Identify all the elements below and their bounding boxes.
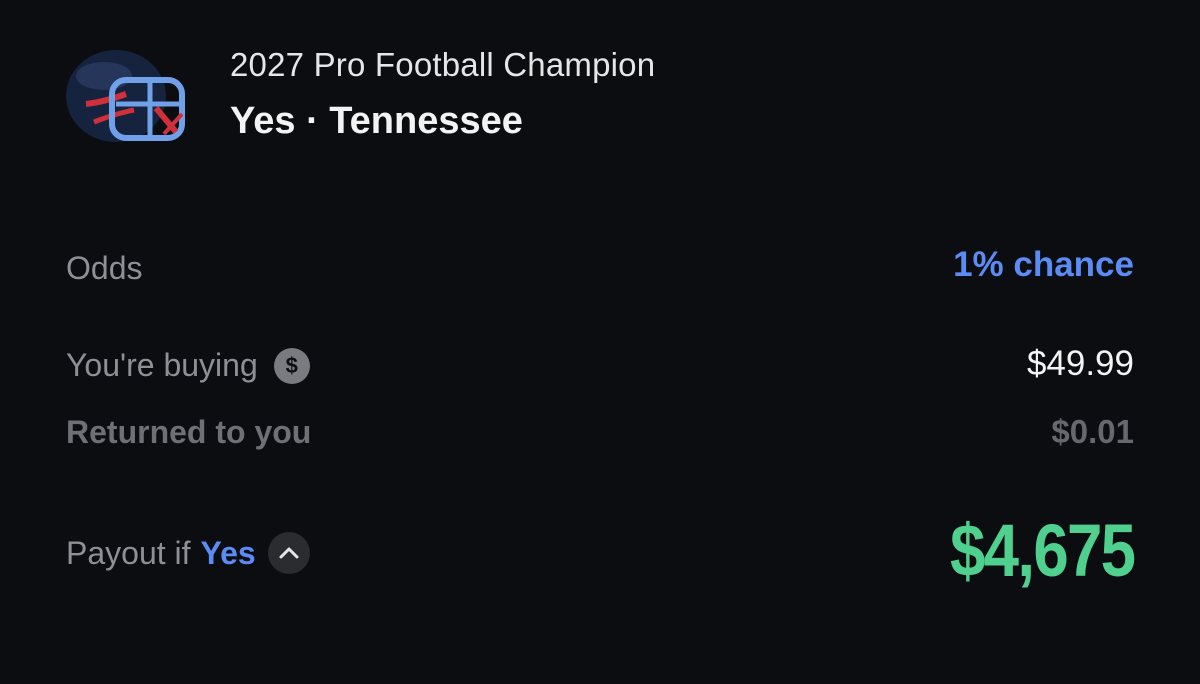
returned-label: Returned to you <box>66 414 312 450</box>
odds-label: Odds <box>66 250 143 286</box>
buying-amount: $49.99 <box>1026 344 1134 383</box>
buying-label: You're buying <box>66 347 258 383</box>
dollar-circle-icon[interactable]: $ <box>273 347 310 384</box>
payout-outcome: Yes <box>200 534 256 571</box>
payout-label: Payout if <box>66 534 191 571</box>
football-helmet-icon <box>66 50 185 142</box>
order-summary: 2027 Pro Football Champion Yes · Tenness… <box>0 0 1200 684</box>
odds-value: 1% chance <box>953 245 1134 284</box>
market-title: 2027 Pro Football Champion <box>230 46 656 83</box>
returned-amount: $0.01 <box>1051 413 1134 450</box>
buying-row-label: You're buying $ <box>66 347 310 384</box>
payout-row-label: Payout if Yes <box>66 532 310 574</box>
chevron-up-icon <box>279 547 299 559</box>
payout-toggle-button[interactable] <box>267 532 310 574</box>
selection-title: Yes · Tennessee <box>230 100 523 142</box>
payout-amount: $4,675 <box>949 509 1136 592</box>
